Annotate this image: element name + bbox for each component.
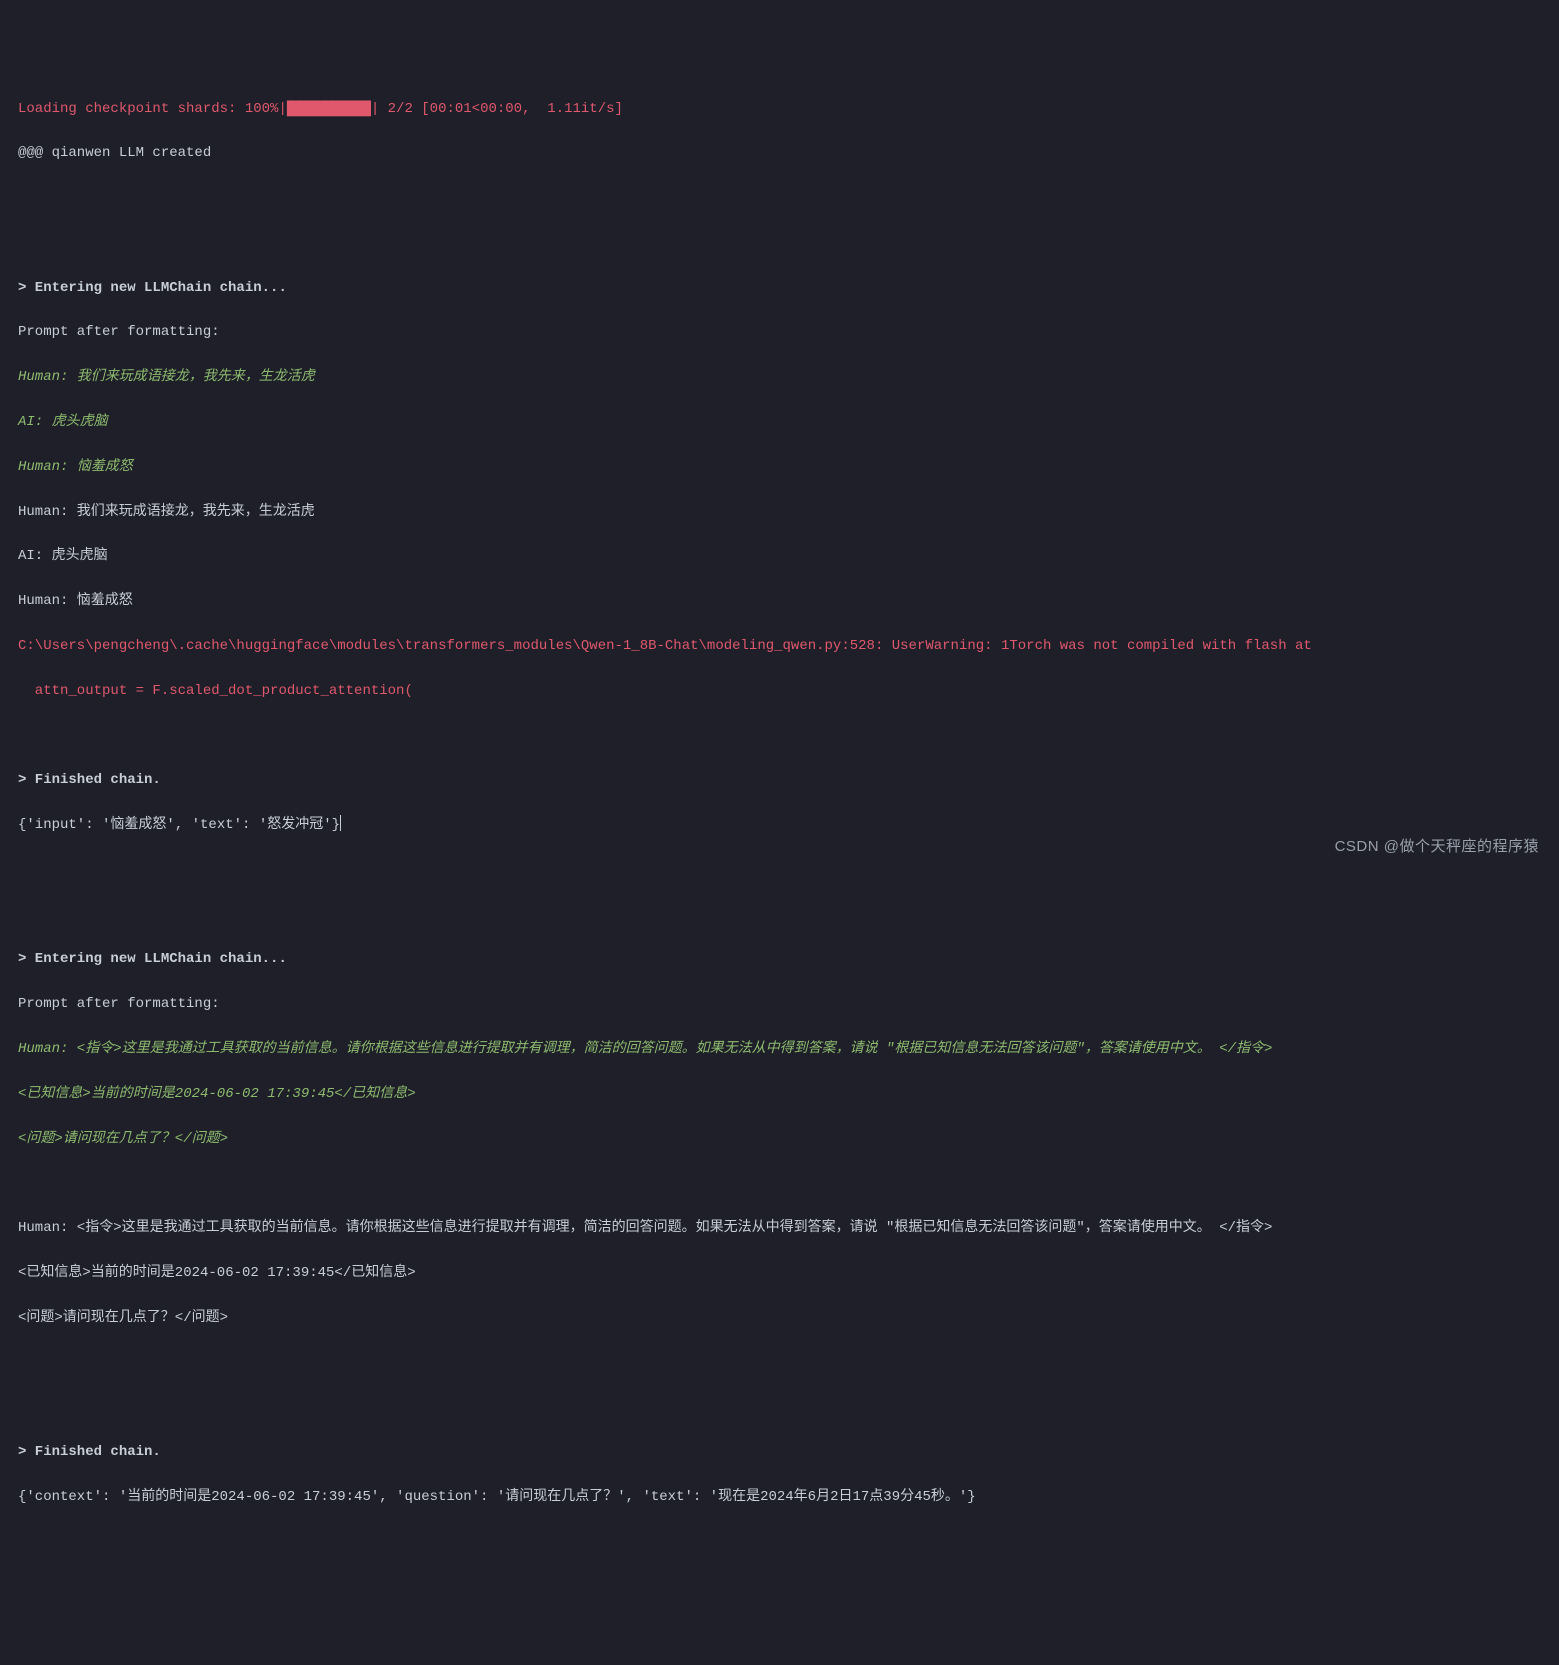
chain2-fmt-human-l2: <已知信息>当前的时间是2024-06-02 17:39:45</已知信息> (18, 1083, 1541, 1105)
progress-label: Loading checkpoint shards: 100%| (18, 101, 287, 117)
blank (18, 232, 1541, 254)
chain1-enter: > Entering new LLMChain chain... (18, 277, 1541, 299)
created-line: @@@ qianwen LLM created (18, 142, 1541, 164)
chain1-fmt-human2: Human: 恼羞成怒 (18, 456, 1541, 478)
chain1-result-wrapper: {'input': '恼羞成怒', 'text': '怒发冲冠'} (18, 814, 1541, 836)
chain1-result: {'input': '恼羞成怒', 'text': '怒发冲冠'} (18, 817, 340, 833)
chain1-human2: Human: 恼羞成怒 (18, 590, 1541, 612)
chain1-fmt-ai: AI: 虎头虎脑 (18, 411, 1541, 433)
chain2-human-l3: <问题>请问现在几点了？</问题> (18, 1307, 1541, 1329)
blank (18, 859, 1541, 881)
chain1-warning-line2: attn_output = F.scaled_dot_product_atten… (18, 680, 1541, 702)
chain2-enter: > Entering new LLMChain chain... (18, 948, 1541, 970)
blank (18, 1351, 1541, 1373)
blank (18, 187, 1541, 209)
blank (18, 1172, 1541, 1194)
blank (18, 1396, 1541, 1418)
chain1-finished: > Finished chain. (18, 769, 1541, 791)
watermark: CSDN @做个天秤座的程序猿 (1335, 835, 1539, 859)
chain1-warning-line1: C:\Users\pengcheng\.cache\huggingface\mo… (18, 635, 1541, 657)
progress-bar: ██████████ (287, 102, 371, 116)
chain2-human-l2: <已知信息>当前的时间是2024-06-02 17:39:45</已知信息> (18, 1262, 1541, 1284)
chain1-human1: Human: 我们来玩成语接龙，我先来，生龙活虎 (18, 501, 1541, 523)
text-cursor (340, 815, 341, 831)
chain2-fmt-human-l3: <问题>请问现在几点了？</问题> (18, 1128, 1541, 1150)
blank (18, 904, 1541, 926)
chain2-human-l1: Human: <指令>这里是我通过工具获取的当前信息。请你根据这些信息进行提取并… (18, 1217, 1541, 1239)
chain1-prompt-after: Prompt after formatting: (18, 321, 1541, 343)
progress-stats: | 2/2 [00:01<00:00, 1.11it/s] (371, 101, 623, 117)
chain1-ai: AI: 虎头虎脑 (18, 545, 1541, 567)
chain2-result: {'context': '当前的时间是2024-06-02 17:39:45',… (18, 1486, 1541, 1508)
chain2-finished: > Finished chain. (18, 1441, 1541, 1463)
chain2-prompt-after: Prompt after formatting: (18, 993, 1541, 1015)
chain1-fmt-human1: Human: 我们来玩成语接龙，我先来，生龙活虎 (18, 366, 1541, 388)
chain2-fmt-human-l1: Human: <指令>这里是我通过工具获取的当前信息。请你根据这些信息进行提取并… (18, 1038, 1541, 1060)
blank (18, 725, 1541, 747)
